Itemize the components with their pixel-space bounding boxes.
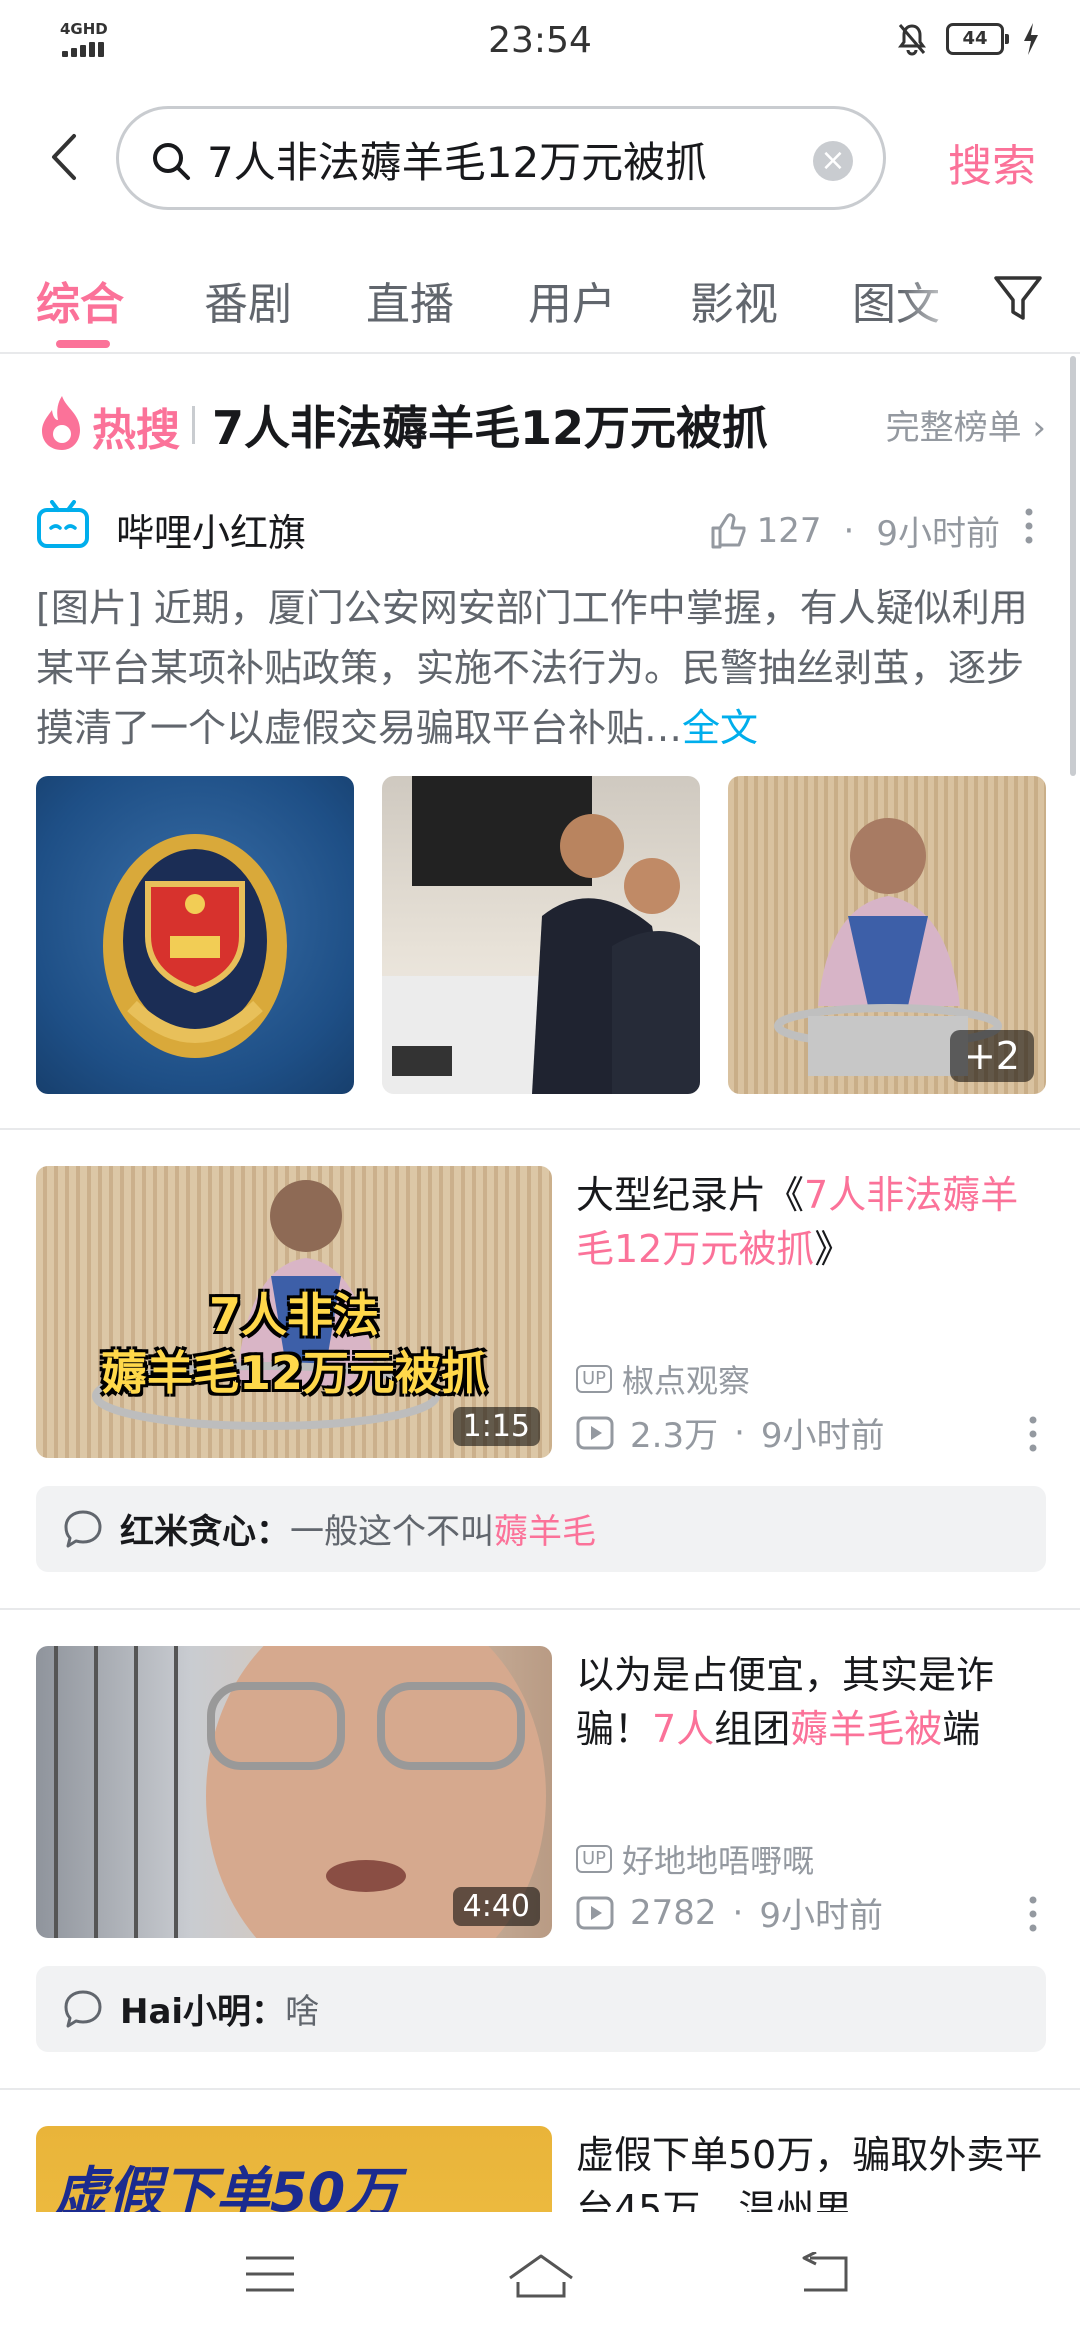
- video-title[interactable]: 以为是占便宜，其实是诈骗！7人组团薅羊毛被端: [576, 1648, 1046, 1756]
- battery-icon: 44: [946, 23, 1009, 55]
- tabs-divider: [0, 352, 1080, 354]
- search-bar: 7人非法薅羊毛12万元被抓 × 搜索: [0, 106, 1080, 210]
- search-input[interactable]: 7人非法薅羊毛12万元被抓 ×: [116, 106, 886, 210]
- search-query[interactable]: 7人非法薅羊毛12万元被抓: [207, 129, 707, 190]
- scrollbar[interactable]: [1070, 356, 1076, 776]
- status-icons: 44: [896, 22, 1040, 56]
- top-comment[interactable]: 红米贪心：一般这个不叫薅羊毛: [36, 1486, 1046, 1572]
- charging-icon: [1024, 23, 1038, 55]
- top-comment[interactable]: Hai小明：啥: [36, 1966, 1046, 2052]
- more-options-icon[interactable]: [1024, 506, 1034, 546]
- play-count-icon: [576, 1416, 614, 1449]
- video-thumbnail[interactable]: 7人非法 薅羊毛12万元被抓 1:15: [36, 1166, 552, 1458]
- video-card[interactable]: 4:40 以为是占便宜，其实是诈骗！7人组团薅羊毛被端 UP 好地地唔嘢嘅 278…: [36, 1646, 1046, 1938]
- tab-film[interactable]: 影视: [690, 268, 778, 332]
- filter-icon[interactable]: [990, 270, 1046, 326]
- post-author[interactable]: 哔哩小红旗: [116, 502, 306, 557]
- more-options-icon[interactable]: [1028, 1894, 1038, 1934]
- hot-search-label: 热搜: [92, 405, 180, 456]
- video-title[interactable]: 虚假下单50万，骗取外卖平台45万，温州男…: [576, 2128, 1046, 2212]
- video-card[interactable]: 虚假下单50万 虚假下单50万，骗取外卖平台45万，温州男…: [36, 2126, 1046, 2212]
- video-thumbnail[interactable]: 虚假下单50万: [36, 2126, 552, 2212]
- suspect-image[interactable]: +2: [728, 776, 1046, 1094]
- system-nav-bar: [0, 2212, 1080, 2340]
- post-header: 哔哩小红旗 127 · 9小时前: [36, 496, 1046, 556]
- search-icon: [153, 143, 190, 180]
- bilibili-tv-icon: [37, 500, 89, 548]
- video-card[interactable]: 7人非法 薅羊毛12万元被抓 1:15 大型纪录片《7人非法薅羊毛12万元被抓》…: [36, 1166, 1046, 1458]
- tab-live[interactable]: 直播: [366, 268, 454, 332]
- mute-bell-icon: [898, 24, 926, 56]
- uploader[interactable]: UP 好地地唔嘢嘅: [576, 1836, 814, 1882]
- post-meta: 127 · 9小时前: [709, 506, 1000, 555]
- back-arrow-icon[interactable]: [44, 132, 88, 182]
- video-stats: 2782 · 9小时前: [576, 1888, 883, 1937]
- more-images-badge: +2: [949, 1030, 1034, 1082]
- video-thumbnail[interactable]: 4:40: [36, 1646, 552, 1938]
- result-tabs: 综合 番剧 直播 用户 影视 图文: [0, 256, 1080, 352]
- home-icon[interactable]: [506, 2252, 576, 2300]
- status-bar: 4GHD 23:54 44: [0, 0, 1080, 84]
- full-text-link[interactable]: 全文: [682, 706, 758, 750]
- post-images: +2: [36, 776, 1046, 1094]
- hot-search-banner[interactable]: 热搜 7人非法薅羊毛12万元被抓 完整榜单 ›: [36, 392, 1046, 462]
- police-badge-image[interactable]: [36, 776, 354, 1094]
- clear-icon[interactable]: ×: [813, 141, 853, 181]
- video-duration: 1:15: [452, 1407, 540, 1446]
- tab-comprehensive[interactable]: 综合: [36, 268, 124, 332]
- comment-icon: [64, 1510, 102, 1548]
- search-button[interactable]: 搜索: [948, 130, 1036, 194]
- post-time: 9小时前: [876, 514, 1000, 554]
- up-badge-icon: UP: [576, 1365, 613, 1393]
- play-count-icon: [576, 1896, 614, 1929]
- comment-user: Hai小明：: [120, 1992, 286, 2032]
- thumbnail-caption: 虚假下单50万: [54, 2161, 400, 2212]
- video-title[interactable]: 大型纪录片《7人非法薅羊毛12万元被抓》: [576, 1168, 1046, 1276]
- comment-user: 红米贪心：: [120, 1512, 290, 1552]
- tab-users[interactable]: 用户: [528, 268, 616, 332]
- up-badge-icon: UP: [576, 1845, 613, 1873]
- video-stats: 2.3万 · 9小时前: [576, 1408, 885, 1457]
- active-tab-indicator: [56, 340, 110, 348]
- flame-icon: [42, 396, 80, 450]
- police-office-image[interactable]: [382, 776, 700, 1094]
- more-options-icon[interactable]: [1028, 1414, 1038, 1454]
- back-icon[interactable]: [796, 2252, 852, 2296]
- like-count[interactable]: 127: [709, 511, 822, 551]
- comment-icon: [64, 1990, 102, 2028]
- full-ranking-link[interactable]: 完整榜单 ›: [886, 400, 1046, 449]
- thumbs-up-icon: [711, 512, 746, 548]
- menu-icon[interactable]: [244, 2252, 296, 2296]
- uploader[interactable]: UP 椒点观察: [576, 1356, 750, 1402]
- video-duration: 4:40: [452, 1887, 540, 1926]
- post-text[interactable]: [图片] 近期，厦门公安网安部门工作中掌握，有人疑似利用某平台某项补贴政策，实施…: [36, 578, 1046, 758]
- tab-bangumi[interactable]: 番剧: [204, 268, 292, 332]
- hot-search-title[interactable]: 7人非法薅羊毛12万元被抓: [212, 392, 768, 458]
- chevron-right-icon: ›: [1032, 408, 1046, 448]
- thumbnail-caption: 7人非法 薅羊毛12万元被抓: [100, 1288, 487, 1400]
